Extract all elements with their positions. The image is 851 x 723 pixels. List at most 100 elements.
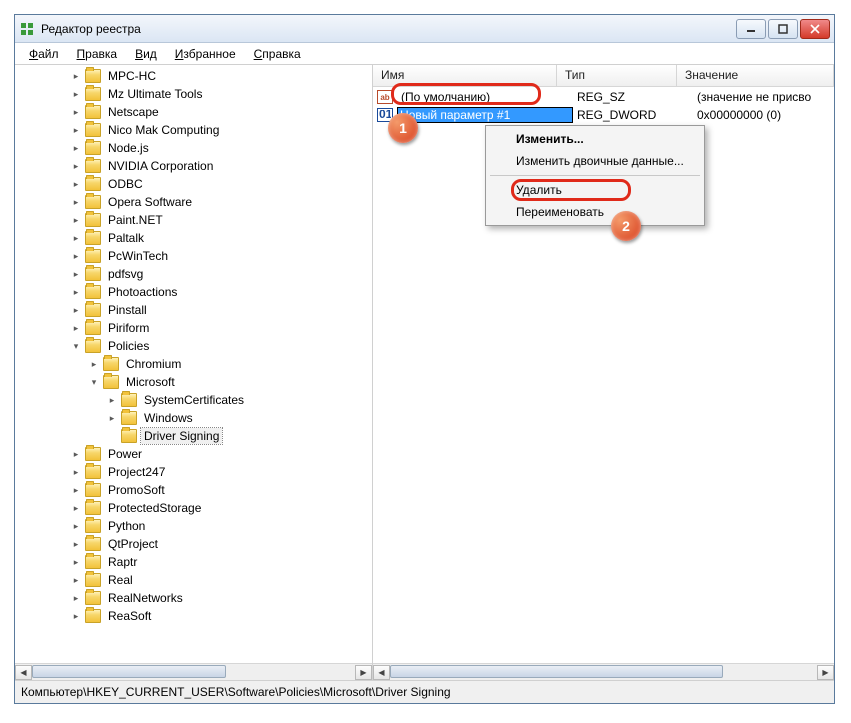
chevron-right-icon[interactable]: ▸ [69, 591, 83, 605]
tree-item[interactable]: ▸Windows [15, 409, 372, 427]
chevron-right-icon[interactable]: ▸ [69, 573, 83, 587]
chevron-right-icon[interactable]: ▸ [69, 87, 83, 101]
tree-item-label[interactable]: Pinstall [105, 302, 150, 318]
scroll-left-icon[interactable]: ◀ [15, 665, 32, 680]
value-name-editing[interactable]: Новый параметр #1 [397, 107, 573, 123]
tree-item[interactable]: ▸ Pinstall [15, 301, 372, 319]
chevron-right-icon[interactable]: ▸ [69, 303, 83, 317]
tree-item[interactable]: ▸ Paltalk [15, 229, 372, 247]
chevron-right-icon[interactable]: ▸ [87, 357, 101, 371]
values-pane[interactable]: Имя Тип Значение ab (По умолчанию) REG_S… [373, 65, 834, 680]
tree-item-label[interactable]: QtProject [105, 536, 161, 552]
context-menu-delete[interactable]: Удалить [488, 179, 702, 201]
titlebar[interactable]: Редактор реестра [15, 15, 834, 43]
chevron-right-icon[interactable]: ▸ [69, 231, 83, 245]
tree-item-label[interactable]: MPC-HC [105, 68, 159, 84]
tree-item-label[interactable]: Paltalk [105, 230, 147, 246]
tree-item[interactable]: ▸PromoSoft [15, 481, 372, 499]
menu-view[interactable]: Вид [127, 45, 165, 63]
chevron-right-icon[interactable]: ▸ [69, 123, 83, 137]
tree-item[interactable]: ▸ RealNetworks [15, 589, 372, 607]
tree-item[interactable]: ▸ Project247 [15, 463, 372, 481]
tree-item-label[interactable]: pdfsvg [105, 266, 146, 282]
chevron-right-icon[interactable]: ▸ [69, 537, 83, 551]
value-name[interactable]: (По умолчанию) [397, 90, 573, 104]
tree-item-label[interactable]: Project247 [105, 464, 168, 480]
tree-item[interactable]: ▸ Chromium [15, 355, 372, 373]
tree-item-label[interactable]: Opera Software [105, 194, 195, 210]
tree-item[interactable]: ▸ Nico Mak Computing [15, 121, 372, 139]
values-list[interactable]: ab (По умолчанию) REG_SZ (значение не пр… [373, 87, 834, 663]
chevron-right-icon[interactable]: ▸ [69, 267, 83, 281]
tree-item[interactable]: ▸Node.js [15, 139, 372, 157]
tree-item[interactable]: ▸ MPC-HC [15, 67, 372, 85]
tree-item-label[interactable]: Policies [105, 338, 152, 354]
chevron-right-icon[interactable]: ▸ [69, 285, 83, 299]
values-hscrollbar[interactable]: ◀ ▶ [373, 663, 834, 680]
tree-item[interactable]: ▸Python [15, 517, 372, 535]
chevron-right-icon[interactable]: ▸ [105, 393, 119, 407]
tree-item-label[interactable]: Mz Ultimate Tools [105, 86, 205, 102]
column-name[interactable]: Имя [373, 65, 557, 86]
tree-item[interactable]: ▾Microsoft [15, 373, 372, 391]
chevron-right-icon[interactable]: ▸ [69, 609, 83, 623]
chevron-right-icon[interactable]: ▸ [69, 555, 83, 569]
tree-item-label[interactable]: Netscape [105, 104, 162, 120]
menu-file[interactable]: Файл [21, 45, 67, 63]
tree-item-label[interactable]: PcWinTech [105, 248, 171, 264]
chevron-right-icon[interactable]: ▸ [69, 519, 83, 533]
chevron-down-icon[interactable]: ▾ [69, 339, 83, 353]
tree-item-label[interactable]: NVIDIA Corporation [105, 158, 216, 174]
tree-item-label[interactable]: ProtectedStorage [105, 500, 204, 516]
tree-item-label[interactable]: RealNetworks [105, 590, 186, 606]
menu-favorites[interactable]: Избранное [167, 45, 244, 63]
chevron-right-icon[interactable]: ▸ [69, 501, 83, 515]
tree-item[interactable]: ▾ Policies [15, 337, 372, 355]
chevron-right-icon[interactable]: ▸ [69, 141, 83, 155]
scroll-thumb[interactable] [32, 665, 226, 678]
tree-item[interactable]: ▸ Mz Ultimate Tools [15, 85, 372, 103]
chevron-right-icon[interactable]: ▸ [69, 249, 83, 263]
tree-pane[interactable]: ▸ MPC-HC ▸ Mz Ultimate Tools ▸ Netscape ▸ Nico … [15, 65, 373, 680]
tree-item[interactable]: ▸ Opera Software [15, 193, 372, 211]
column-type[interactable]: Тип [557, 65, 677, 86]
chevron-right-icon[interactable]: ▸ [69, 213, 83, 227]
chevron-right-icon[interactable]: ▸ [69, 69, 83, 83]
tree-item-label[interactable]: Power [105, 446, 145, 462]
close-button[interactable] [800, 19, 830, 39]
chevron-right-icon[interactable]: ▸ [69, 159, 83, 173]
tree-item[interactable]: ▸ PcWinTech [15, 247, 372, 265]
tree-item-label[interactable]: Real [105, 572, 136, 588]
tree-item[interactable]: ▸ QtProject [15, 535, 372, 553]
tree-item-label[interactable]: Chromium [123, 356, 184, 372]
chevron-right-icon[interactable]: ▸ [69, 195, 83, 209]
column-value[interactable]: Значение [677, 65, 834, 86]
scroll-right-icon[interactable]: ▶ [355, 665, 372, 680]
tree-item-label[interactable]: ODBC [105, 176, 146, 192]
context-menu-edit[interactable]: Изменить... [488, 128, 702, 150]
scroll-right-icon[interactable]: ▶ [817, 665, 834, 680]
value-row[interactable]: ab (По умолчанию) REG_SZ (значение не пр… [373, 88, 834, 106]
menu-help[interactable]: Справка [246, 45, 309, 63]
tree-item[interactable]: ▸ Real [15, 571, 372, 589]
tree-item-label[interactable]: Microsoft [123, 374, 178, 390]
tree-item-label[interactable]: SystemCertificates [141, 392, 247, 408]
chevron-right-icon[interactable]: ▸ [69, 465, 83, 479]
tree-item[interactable]: Driver Signing [15, 427, 372, 445]
tree-item-label[interactable]: Nico Mak Computing [105, 122, 222, 138]
scroll-left-icon[interactable]: ◀ [373, 665, 390, 680]
chevron-right-icon[interactable]: ▸ [69, 321, 83, 335]
chevron-right-icon[interactable]: ▸ [69, 177, 83, 191]
chevron-right-icon[interactable]: ▸ [69, 105, 83, 119]
scroll-thumb[interactable] [390, 665, 723, 678]
tree-item-label[interactable]: Piriform [105, 320, 152, 336]
tree-item[interactable]: ▸ Piriform [15, 319, 372, 337]
tree-item-label[interactable]: Paint.NET [105, 212, 166, 228]
maximize-button[interactable] [768, 19, 798, 39]
tree-item-label[interactable]: Photoactions [105, 284, 180, 300]
menu-edit[interactable]: Правка [69, 45, 126, 63]
tree-item[interactable]: ▸ NVIDIA Corporation [15, 157, 372, 175]
tree-item[interactable]: ▸Raptr [15, 553, 372, 571]
chevron-right-icon[interactable]: ▸ [69, 447, 83, 461]
tree-item-label[interactable]: Driver Signing [141, 428, 222, 444]
